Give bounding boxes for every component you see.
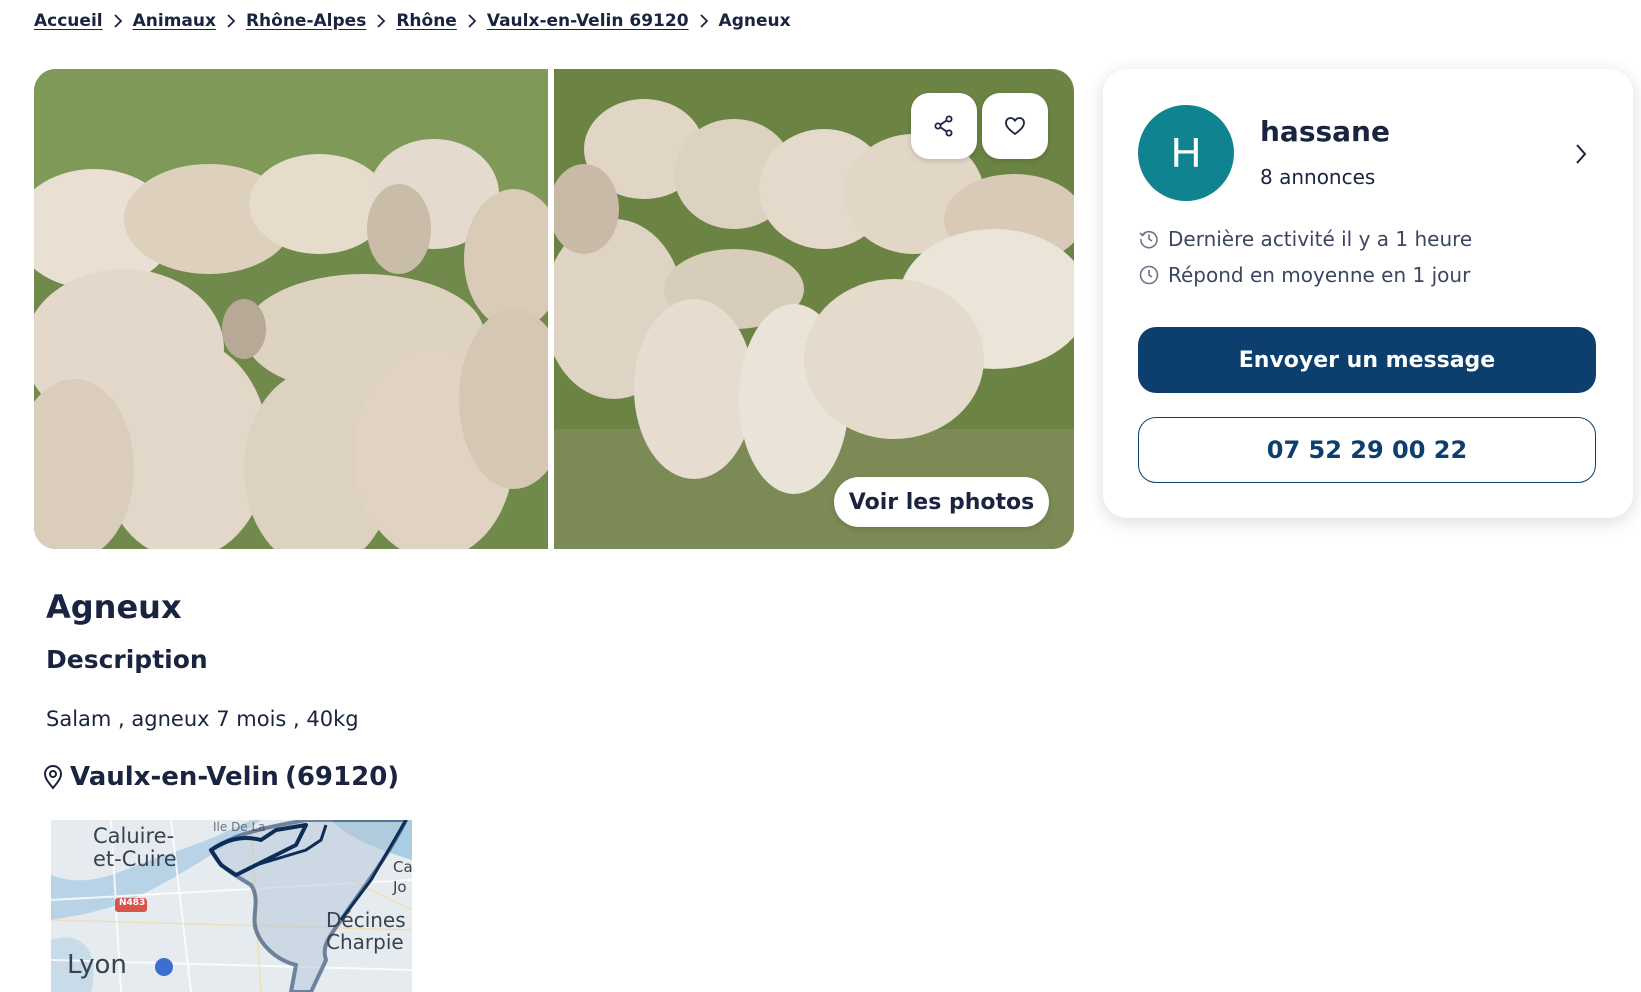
description-heading: Description [46,645,208,674]
breadcrumb-current: Agneux [718,11,791,31]
chevron-right-icon [103,14,133,28]
share-icon [934,115,953,137]
map-label-decines-1: Décines [326,908,406,932]
location-map[interactable]: Caluire- et-Cuire Ile De La N483 Lyon Dé… [51,820,412,992]
map-pin-icon [43,765,63,790]
phone-button[interactable]: 07 52 29 00 22 [1138,417,1596,483]
ad-title: Agneux [46,588,182,626]
map-label-caluire-1: Caluire- [93,824,175,848]
history-icon [1139,230,1158,249]
map-label-ile: Ile De La [213,820,266,834]
breadcrumb: Accueil Animaux Rhône-Alpes Rhône Vaulx-… [34,8,791,34]
response-time-text: Répond en moyenne en 1 jour [1168,263,1471,287]
location-city: Vaulx-en-Velin [70,762,279,792]
sheep-photo-1 [34,69,548,549]
photo-main[interactable] [34,69,548,549]
response-time: Répond en moyenne en 1 jour [1138,263,1470,287]
last-activity-text: Dernière activité il y a 1 heure [1168,227,1473,251]
seller-name[interactable]: hassane [1260,115,1390,148]
chevron-right-icon [689,14,719,28]
map-label-jo: Jo [393,878,407,896]
breadcrumb-link-department[interactable]: Rhône [396,11,457,31]
location-zip: (69120) [284,762,400,792]
chevron-right-icon [216,14,246,28]
share-button[interactable] [911,93,977,159]
chevron-right-icon[interactable] [1566,139,1596,169]
clock-icon [1139,265,1159,285]
map-label-decines-2: Charpie [326,930,404,954]
last-activity: Dernière activité il y a 1 heure [1138,227,1472,251]
map-label-ca: Ca [393,858,412,876]
breadcrumb-link-accueil[interactable]: Accueil [34,11,103,31]
location: Vaulx-en-Velin (69120) [42,762,399,792]
map-label-caluire-2: et-Cuire [93,847,177,871]
avatar[interactable]: H [1138,105,1234,201]
map-label-lyon: Lyon [67,950,127,980]
heart-icon [1005,117,1025,135]
favorite-button[interactable] [982,93,1048,159]
breadcrumb-link-region[interactable]: Rhône-Alpes [246,11,366,31]
description-text: Salam , agneux 7 mois , 40kg [46,707,359,731]
seller-listings-count: 8 annonces [1260,165,1376,189]
see-photos-button[interactable]: Voir les photos [834,477,1049,527]
breadcrumb-link-city[interactable]: Vaulx-en-Velin 69120 [487,11,689,31]
chevron-right-icon [366,14,396,28]
map-label-road: N483 [119,898,146,908]
send-message-button[interactable]: Envoyer un message [1138,327,1596,393]
breadcrumb-link-animaux[interactable]: Animaux [133,11,216,31]
seller-card: H hassane 8 annonces Dernière activité i… [1103,69,1633,518]
chevron-right-icon [457,14,487,28]
